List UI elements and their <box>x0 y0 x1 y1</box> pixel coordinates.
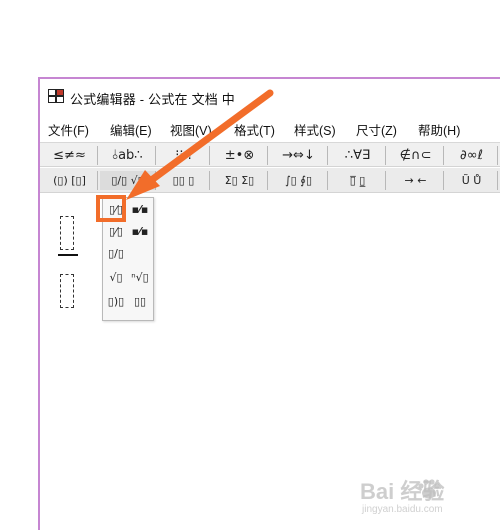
small-fraction-template-icon[interactable]: ▪⁄▪ <box>129 200 151 220</box>
menu-style[interactable]: 样式(S) <box>294 120 336 139</box>
title-bar: 公式编辑器 - 公式在 文档 中 <box>40 79 500 115</box>
menu-help[interactable]: 帮助(H) <box>418 120 460 139</box>
relational-symbols-button[interactable]: ≤≠≈ <box>42 146 98 165</box>
fraction-bar <box>58 254 78 256</box>
labeled-arrow-templates-button[interactable]: → ← <box>388 171 444 190</box>
watermark-subtext: jingyan.baidu.com <box>362 504 443 515</box>
nth-root-template-icon[interactable]: ⁿ√▯ <box>129 268 151 288</box>
long-division-quotient-template-icon[interactable]: ▯▯ <box>129 292 151 312</box>
square-root-template-icon[interactable]: √▯ <box>105 268 127 288</box>
numerator-placeholder[interactable] <box>60 216 74 250</box>
menu-file[interactable]: 文件(F) <box>48 120 89 139</box>
menu-size[interactable]: 尺寸(Z) <box>356 120 397 139</box>
set-theory-symbols-button[interactable]: ∉∩⊂ <box>388 146 444 165</box>
fence-templates-button[interactable]: (▯) [▯] <box>42 171 98 190</box>
equation-editor-window: 公式编辑器 - 公式在 文档 中 文件(F) 编辑(E) 视图(V) 格式(T)… <box>38 77 500 530</box>
product-set-templates-button[interactable]: Ũ Ů <box>446 171 498 190</box>
menu-format[interactable]: 格式(T) <box>234 120 275 139</box>
menu-bar: 文件(F) 编辑(E) 视图(V) 格式(T) 样式(S) 尺寸(Z) 帮助(H… <box>40 117 500 139</box>
underbar-overbar-templates-button[interactable]: ▯̅ ▯̲ <box>330 171 386 190</box>
integral-templates-button[interactable]: ∫▯ ∮▯ <box>270 171 328 190</box>
paw-icon <box>418 479 440 499</box>
menu-view[interactable]: 视图(V) <box>170 120 212 139</box>
subscript-superscript-templates-button[interactable]: ▯▯ ▯ <box>158 171 210 190</box>
misc-symbols-button[interactable]: ∂∞ℓ <box>446 146 498 165</box>
embellishments-button[interactable]: ⁝⁝ ⁞ <box>158 146 210 165</box>
equation-editor-app-icon <box>48 89 64 103</box>
slash-fraction-template-icon[interactable]: ▯⁄▯ <box>105 222 127 242</box>
spaces-ellipses-button[interactable]: ⫰ab∴ <box>100 146 156 165</box>
arrow-symbols-button[interactable]: →⇔↓ <box>270 146 328 165</box>
baidu-jingyan-watermark: Bai 经验 jingyan.baidu.com <box>360 470 490 520</box>
symbol-toolbar: ≤≠≈ ⫰ab∴ ⁝⁝ ⁞ ±•⊗ →⇔↓ ∴∀∃ ∉∩⊂ ∂∞ℓ λ <box>40 142 500 167</box>
denominator-placeholder[interactable] <box>60 274 74 308</box>
summation-templates-button[interactable]: Σ▯ Σ▯ <box>212 171 268 190</box>
window-title: 公式编辑器 - 公式在 文档 中 <box>70 92 235 107</box>
inline-slash-fraction-template-icon[interactable]: ▯/▯ <box>105 244 127 264</box>
menu-edit[interactable]: 编辑(E) <box>110 120 152 139</box>
template-toolbar: (▯) [▯] ▯/▯ √▯ ▯▯ ▯ Σ▯ Σ▯ ∫▯ ∮▯ ▯̅ ▯̲ → … <box>40 168 500 193</box>
operator-symbols-button[interactable]: ±•⊗ <box>212 146 268 165</box>
logical-symbols-button[interactable]: ∴∀∃ <box>330 146 386 165</box>
fraction-radical-templates-button[interactable]: ▯/▯ √▯ <box>100 171 156 190</box>
long-division-template-icon[interactable]: ▯)▯ <box>105 292 127 312</box>
selected-template-highlight <box>96 195 126 222</box>
small-slash-fraction-template-icon[interactable]: ▪⁄▪ <box>129 222 151 242</box>
